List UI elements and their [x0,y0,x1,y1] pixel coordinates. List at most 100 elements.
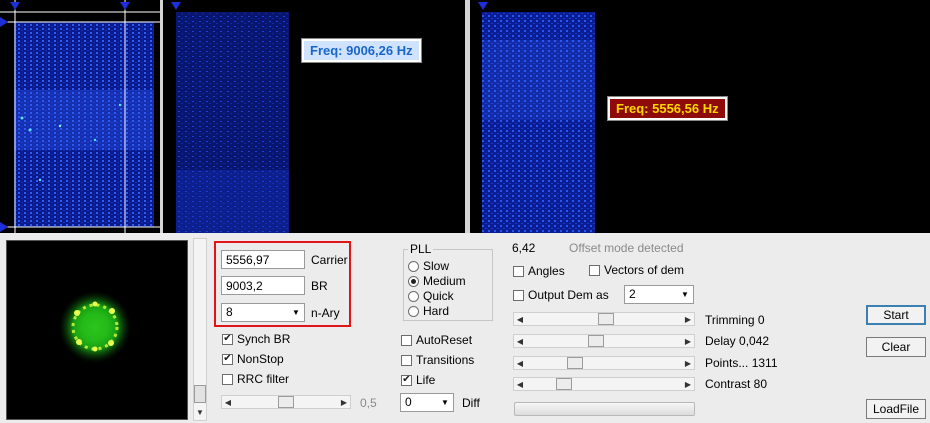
points-label: Points... 1311 [705,356,778,370]
arrow-left-icon[interactable]: ◀ [514,313,526,325]
checkbox-empty-icon[interactable] [401,354,412,366]
chevron-down-icon[interactable]: ▼ [437,394,453,411]
loadfile-button[interactable]: LoadFile [866,399,926,419]
pll-option-label: Slow [423,259,450,273]
spectrogram-panel-1[interactable] [0,0,160,233]
output-dem-select[interactable]: 2 ▼ [624,285,694,304]
slider-thumb[interactable] [598,313,614,325]
life-label: Life [416,373,436,387]
checkmark-icon[interactable]: ✔ [222,353,233,365]
contrast-slider[interactable]: ◀ ▶ [513,377,695,391]
checkbox-empty-icon[interactable] [513,265,524,277]
output-dem-value: 2 [629,287,636,301]
frequency-label-2: Freq: 5556,56 Hz [607,96,728,121]
pll-option-slow[interactable]: Slow [408,259,449,273]
slider-thumb[interactable] [588,335,604,347]
nary-select[interactable]: 8 ▼ [221,303,305,322]
pll-option-quick[interactable]: Quick [408,289,454,303]
spectrogram-panel-2[interactable]: Freq: 9006,26 Hz [163,0,465,233]
marker-triangle-icon[interactable] [120,2,130,10]
chevron-down-icon[interactable]: ▼ [288,304,304,321]
checkbox-empty-icon[interactable] [222,373,233,385]
contrast-label: Contrast 80 [705,377,768,391]
spectrogram-panel-3[interactable]: Freq: 5556,56 Hz [470,0,930,233]
checkmark-icon[interactable]: ✔ [222,333,233,345]
spectrogram-strip: Freq: 9006,26 Hz Freq: 5556,56 Hz [0,0,930,233]
spectrogram-image-1 [0,0,160,233]
points-slider[interactable]: ◀ ▶ [513,356,695,370]
progress-bar [514,402,695,416]
transitions-label: Transitions [416,353,475,367]
arrow-right-icon[interactable]: ▶ [338,396,350,408]
rolloff-slider[interactable]: ◀ ▶ [221,395,351,409]
pll-option-medium[interactable]: Medium [408,274,466,288]
vectors-of-dem-checkbox[interactable]: Vectors of dem [589,263,684,277]
angles-label: Angles [528,264,565,278]
life-checkbox[interactable]: ✔ Life [401,373,435,387]
arrow-left-icon[interactable]: ◀ [514,357,526,369]
arrow-right-icon[interactable]: ▶ [682,378,694,390]
br-label: BR [311,279,328,293]
arrow-left-icon[interactable]: ◀ [514,335,526,347]
marker-triangle-icon[interactable] [0,17,8,27]
clear-button[interactable]: Clear [866,337,926,357]
trimming-slider[interactable]: ◀ ▶ [513,312,695,326]
synch-br-label: Synch BR [237,332,291,346]
marker-triangle-icon[interactable] [0,222,8,232]
arrow-left-icon[interactable]: ◀ [222,396,234,408]
autoreset-label: AutoReset [416,333,473,347]
slider-thumb[interactable] [556,378,572,390]
radio-selected-icon[interactable] [408,275,419,287]
delay-slider[interactable]: ◀ ▶ [513,334,695,348]
spectrogram-image-2 [176,12,289,233]
slider-thumb[interactable] [567,357,583,369]
vectors-of-dem-label: Vectors of dem [604,263,685,277]
rrc-filter-label: RRC filter [237,372,290,386]
start-button[interactable]: Start [866,305,926,325]
slider-thumb[interactable] [278,396,294,408]
radio-icon[interactable] [408,260,419,272]
transitions-checkbox[interactable]: Transitions [401,353,474,367]
arrow-right-icon[interactable]: ▶ [682,357,694,369]
trimming-label: Trimming 0 [705,313,765,327]
checkbox-empty-icon[interactable] [401,334,412,346]
synch-br-checkbox[interactable]: ✔ Synch BR [222,332,290,346]
frequency-label-1: Freq: 9006,26 Hz [301,38,422,63]
pll-option-label: Medium [423,274,466,288]
radio-icon[interactable] [408,305,419,317]
br-input[interactable]: 9003,2 [221,276,305,295]
arrow-right-icon[interactable]: ▶ [682,313,694,325]
scroll-down-arrow-icon[interactable]: ▼ [194,406,206,418]
nonstop-checkbox[interactable]: ✔ NonStop [222,352,284,366]
marker-triangle-icon[interactable] [171,2,181,10]
diff-select[interactable]: 0 ▼ [400,393,454,412]
measured-value: 6,42 [512,241,536,255]
checkbox-empty-icon[interactable] [589,264,600,276]
nary-label: n-Ary [311,306,340,320]
output-dem-checkbox[interactable]: Output Dem as [513,288,609,302]
rrc-filter-checkbox[interactable]: RRC filter [222,372,289,386]
marker-triangle-icon[interactable] [478,2,488,10]
marker-triangle-icon[interactable] [10,2,20,10]
offset-mode-status: Offset mode detected [569,241,684,255]
vertical-scrollbar[interactable]: ▼ [193,238,207,421]
carrier-input[interactable]: 5556,97 [221,250,305,269]
nary-value: 8 [226,305,233,319]
arrow-left-icon[interactable]: ◀ [514,378,526,390]
autoreset-checkbox[interactable]: AutoReset [401,333,472,347]
pll-option-hard[interactable]: Hard [408,304,449,318]
rolloff-value: 0,5 [360,396,377,410]
checkmark-icon[interactable]: ✔ [401,374,412,386]
chevron-down-icon[interactable]: ▼ [677,286,693,303]
diff-value: 0 [405,395,412,409]
pll-option-label: Quick [423,289,454,303]
arrow-right-icon[interactable]: ▶ [682,335,694,347]
constellation-plot [59,291,131,363]
radio-icon[interactable] [408,290,419,302]
scroll-thumb[interactable] [194,385,206,403]
carrier-label: Carrier [311,253,348,267]
output-dem-label: Output Dem as [528,288,609,302]
checkbox-empty-icon[interactable] [513,289,524,301]
angles-checkbox[interactable]: Angles [513,264,565,278]
pll-title: PLL [408,242,434,256]
